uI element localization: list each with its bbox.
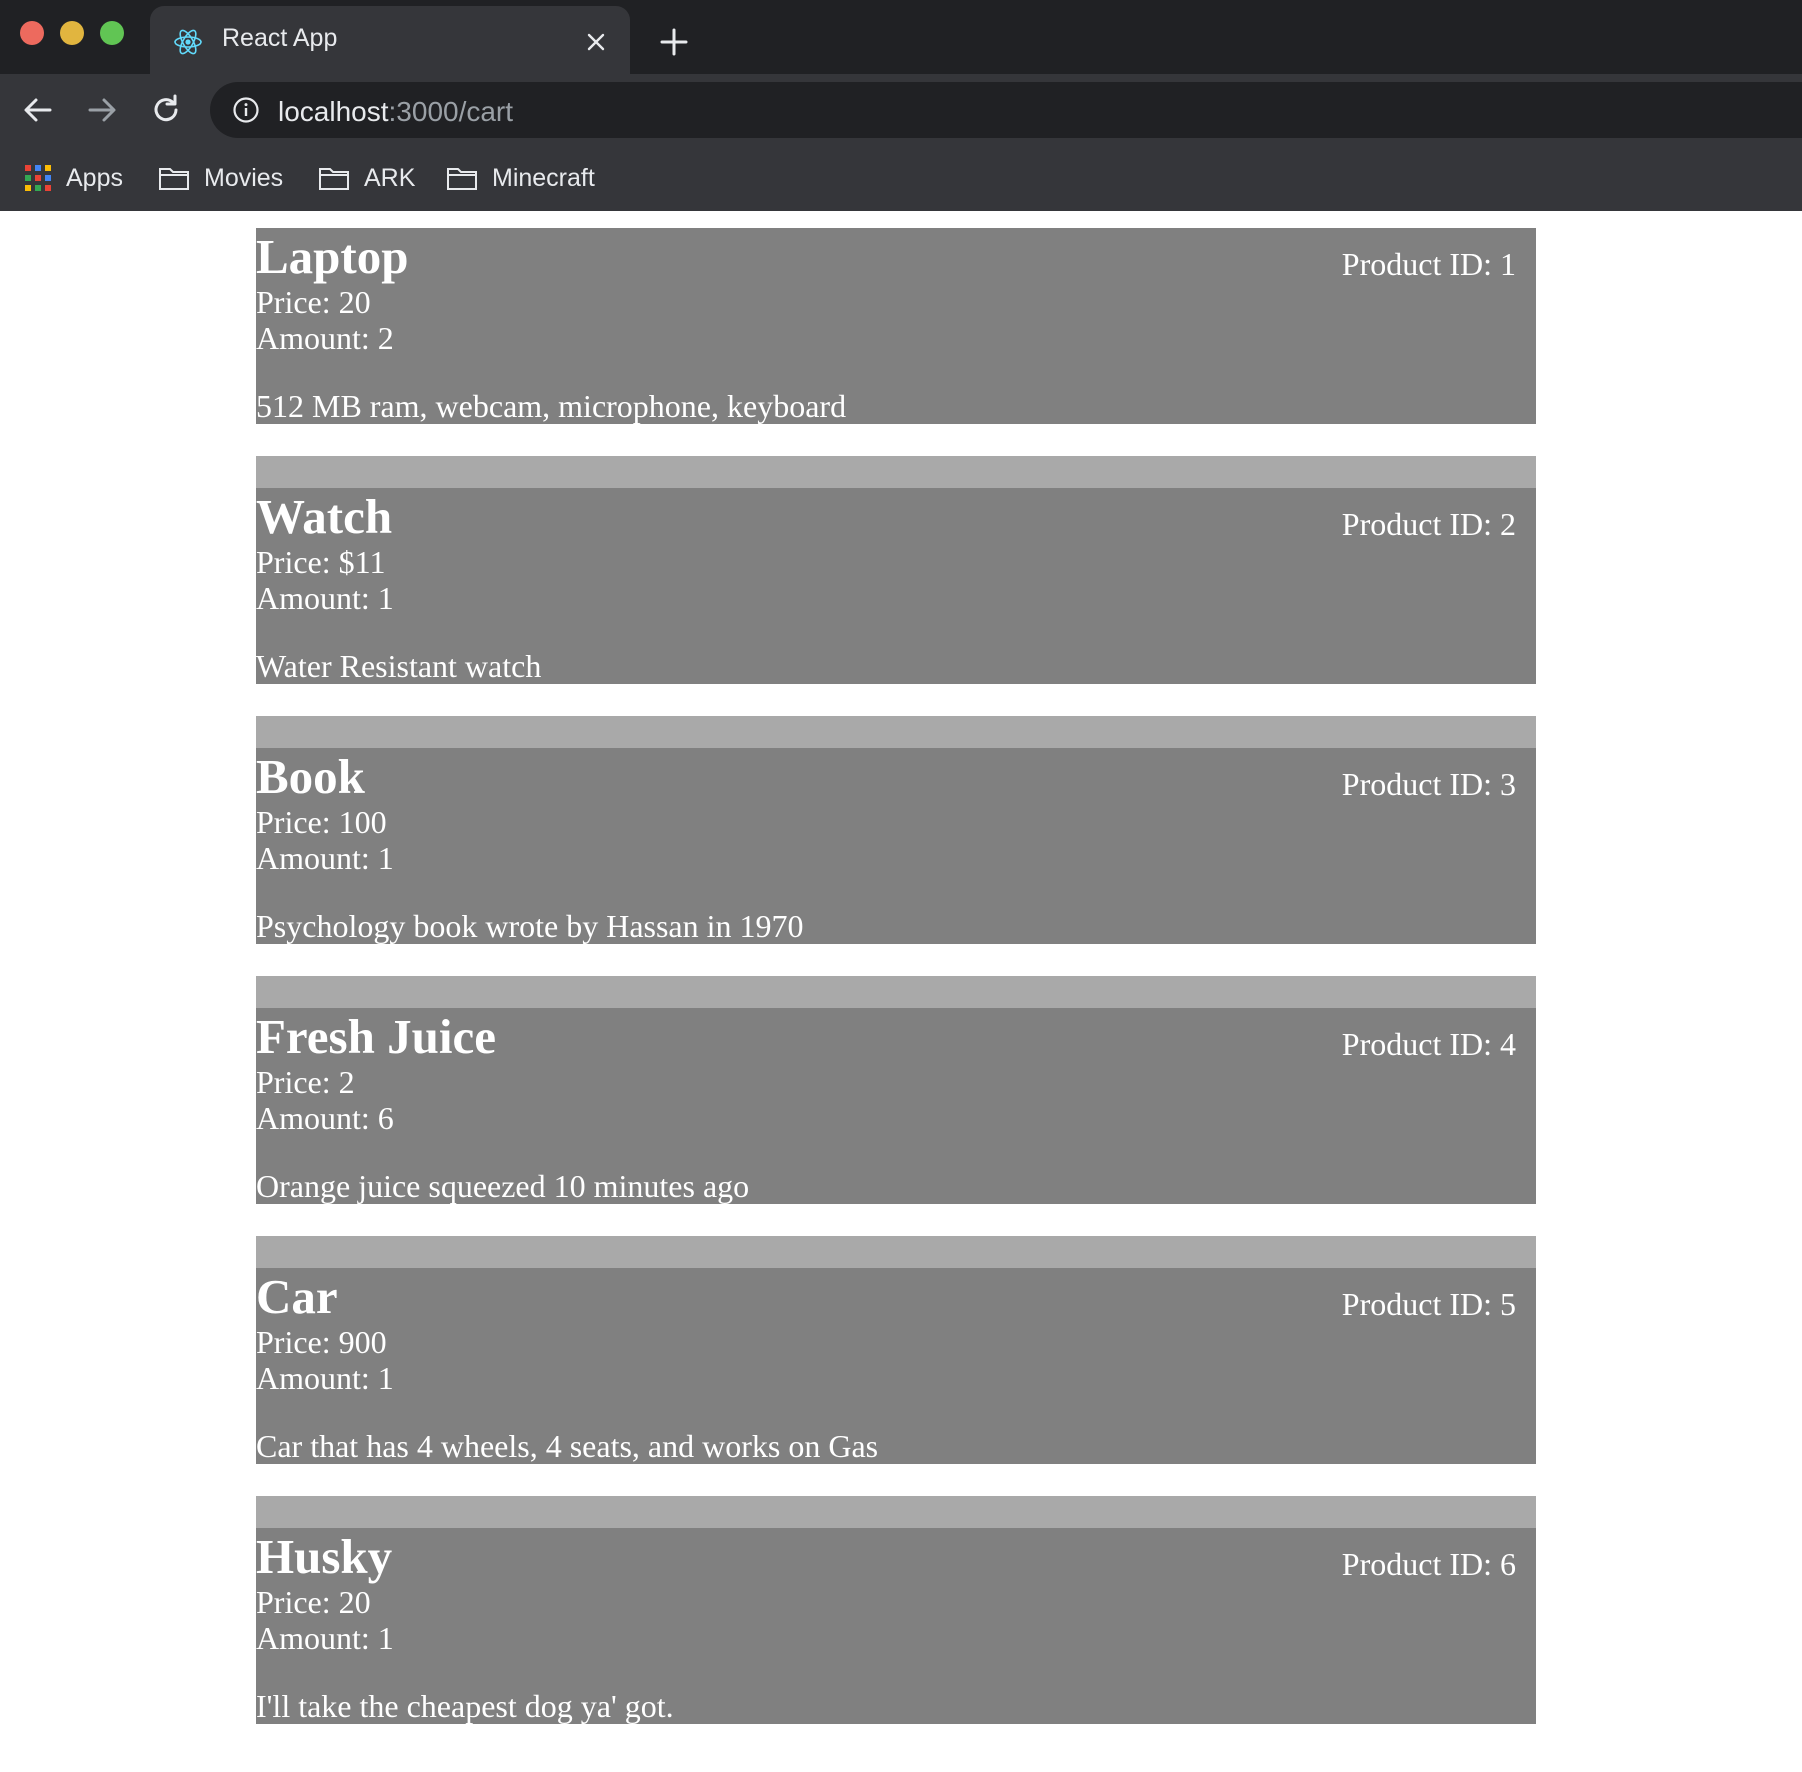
product-card: Laptop Product ID: 1 Price: 20 Amount: 2…	[256, 228, 1536, 424]
product-price: Price: 2	[256, 1064, 355, 1100]
product-amount: Amount: 1	[256, 1360, 394, 1396]
bookmark-minecraft[interactable]: Minecraft	[446, 160, 595, 196]
product-description: Water Resistant watch	[256, 648, 542, 684]
bookmark-ark[interactable]: ARK	[318, 160, 415, 196]
toolbar: localhost:3000/cart	[0, 74, 1802, 146]
cart-list: Laptop Product ID: 1 Price: 20 Amount: 2…	[256, 228, 1536, 1724]
info-icon[interactable]	[232, 96, 260, 124]
product-id: Product ID: 4	[1341, 1026, 1516, 1062]
product-amount: Amount: 1	[256, 580, 394, 616]
product-name: Watch	[256, 489, 393, 544]
tab-title: React App	[222, 24, 338, 52]
product-id: Product ID: 6	[1341, 1546, 1516, 1582]
product-name: Car	[256, 1269, 338, 1324]
product-card: Watch Product ID: 2 Price: $11 Amount: 1…	[256, 488, 1536, 684]
card-separator	[256, 1496, 1536, 1528]
address-bar[interactable]: localhost:3000/cart	[210, 82, 1802, 138]
bookmark-apps[interactable]: Apps	[24, 160, 123, 196]
product-amount: Amount: 1	[256, 1620, 394, 1656]
close-icon[interactable]	[584, 30, 608, 54]
apps-grid-icon	[25, 165, 51, 191]
bookmark-label: Movies	[204, 163, 284, 192]
product-amount: Amount: 6	[256, 1100, 394, 1136]
url-text[interactable]: localhost:3000/cart	[278, 96, 513, 128]
minimize-window-button[interactable]	[60, 21, 84, 45]
product-name: Fresh Juice	[256, 1009, 496, 1064]
product-price: Price: 900	[256, 1324, 387, 1360]
card-separator	[256, 456, 1536, 488]
card-separator	[256, 1236, 1536, 1268]
product-id: Product ID: 1	[1341, 246, 1516, 282]
product-description: 512 MB ram, webcam, microphone, keyboard	[256, 388, 847, 424]
folder-icon	[447, 168, 477, 190]
product-price: Price: $11	[256, 544, 386, 580]
url-host: localhost	[278, 96, 389, 127]
back-arrow-icon[interactable]	[20, 92, 56, 128]
bookmark-movies[interactable]: Movies	[158, 160, 283, 196]
new-tab-plus-icon[interactable]	[656, 24, 692, 60]
product-id: Product ID: 2	[1341, 506, 1516, 542]
product-description: Orange juice squeezed 10 minutes ago	[256, 1168, 750, 1204]
browser-chrome: React App localhost:3000/cart Apps Movie…	[0, 0, 1802, 211]
product-card: Husky Product ID: 6 Price: 20 Amount: 1 …	[256, 1528, 1536, 1724]
product-amount: Amount: 1	[256, 840, 394, 876]
close-window-button[interactable]	[20, 21, 44, 45]
product-card: Fresh Juice Product ID: 4 Price: 2 Amoun…	[256, 1008, 1536, 1204]
product-name: Laptop	[256, 229, 409, 284]
product-price: Price: 100	[256, 804, 387, 840]
product-name: Husky	[256, 1529, 393, 1584]
product-price: Price: 20	[256, 284, 371, 320]
card-separator	[256, 976, 1536, 1008]
folder-icon	[159, 168, 189, 190]
url-path: :3000/cart	[388, 96, 514, 127]
bookmark-label: Minecraft	[492, 163, 595, 192]
product-amount: Amount: 2	[256, 320, 394, 356]
page-viewport: Laptop Product ID: 1 Price: 20 Amount: 2…	[0, 211, 1802, 1772]
product-name: Book	[256, 749, 365, 804]
folder-icon	[319, 168, 349, 190]
product-description: Psychology book wrote by Hassan in 1970	[256, 908, 804, 944]
product-id: Product ID: 5	[1341, 1286, 1516, 1322]
bookmark-label: ARK	[364, 163, 416, 192]
product-description: I'll take the cheapest dog ya' got.	[256, 1688, 674, 1724]
tab-strip: React App	[0, 0, 1802, 74]
product-id: Product ID: 3	[1341, 766, 1516, 802]
bookmarks-bar: Apps Movies ARK Minecraft	[0, 146, 1802, 211]
product-card: Book Product ID: 3 Price: 100 Amount: 1 …	[256, 748, 1536, 944]
tab-react-app[interactable]: React App	[150, 6, 630, 74]
maximize-window-button[interactable]	[100, 21, 124, 45]
product-price: Price: 20	[256, 1584, 371, 1620]
reload-icon[interactable]	[148, 92, 184, 128]
card-separator	[256, 716, 1536, 748]
product-card: Car Product ID: 5 Price: 900 Amount: 1 C…	[256, 1268, 1536, 1464]
react-icon	[174, 29, 202, 55]
bookmark-label: Apps	[66, 163, 123, 192]
forward-arrow-icon[interactable]	[84, 92, 120, 128]
product-description: Car that has 4 wheels, 4 seats, and work…	[256, 1428, 879, 1464]
